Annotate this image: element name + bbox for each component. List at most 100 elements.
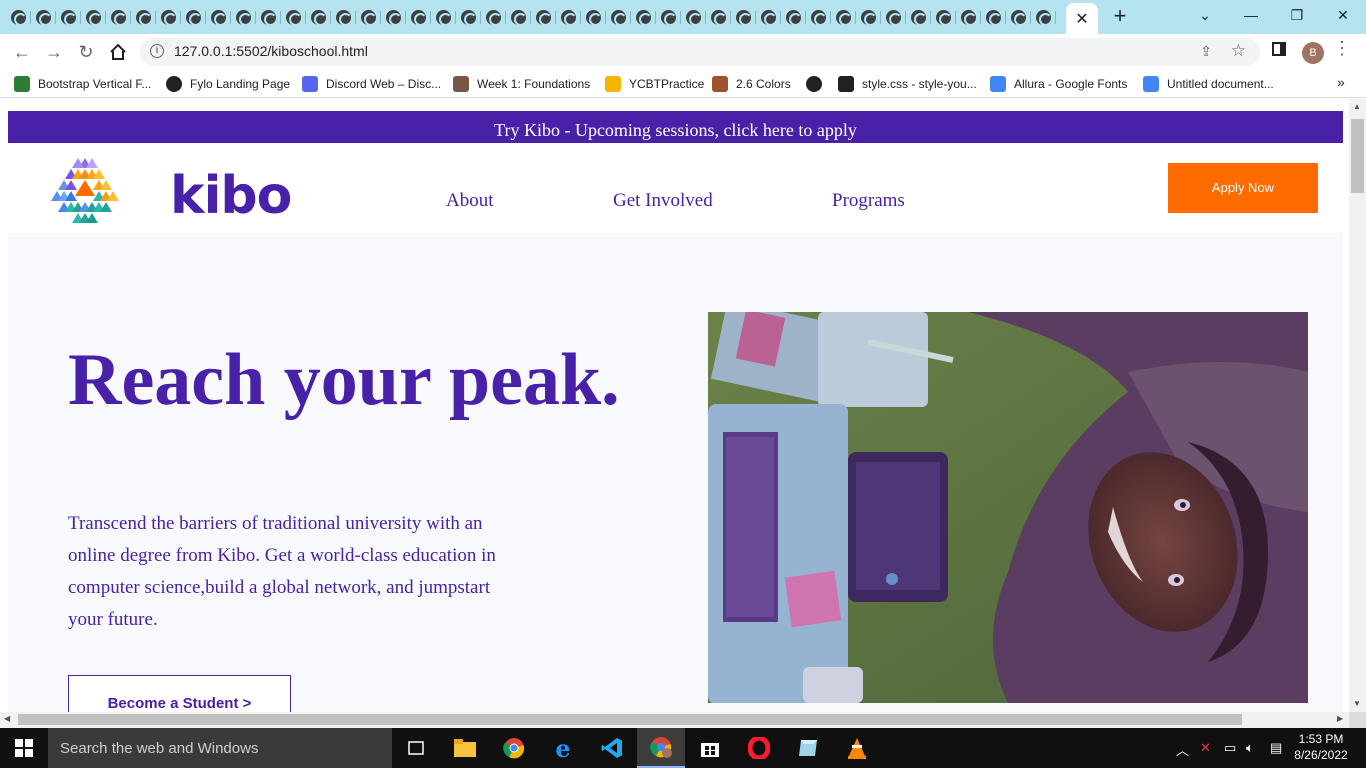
- bookmark-item[interactable]: YCBTPractice: [605, 74, 704, 94]
- browser-tab[interactable]: [931, 5, 956, 30]
- browser-tab[interactable]: [456, 5, 481, 30]
- bookmark-item[interactable]: style.css - style-you...: [838, 74, 977, 94]
- nav-link-about[interactable]: About: [446, 190, 494, 212]
- browser-tab[interactable]: [131, 5, 156, 30]
- taskbar-file-explorer[interactable]: [441, 728, 489, 768]
- reload-button[interactable]: ↻: [74, 40, 98, 64]
- browser-tab[interactable]: [881, 5, 906, 30]
- browser-tab[interactable]: [1031, 5, 1056, 30]
- browser-tab[interactable]: [506, 5, 531, 30]
- more-menu-icon[interactable]: ⋮: [1333, 38, 1351, 59]
- volume-icon[interactable]: 🔈︎: [1246, 740, 1254, 756]
- maximize-button[interactable]: ❐: [1274, 0, 1320, 30]
- nav-link-programs[interactable]: Programs: [832, 190, 905, 212]
- share-icon[interactable]: ⇪: [1200, 43, 1212, 60]
- browser-tab[interactable]: [831, 5, 856, 30]
- browser-tab[interactable]: [406, 5, 431, 30]
- back-button[interactable]: ←: [10, 40, 34, 64]
- scroll-down-icon[interactable]: ▼: [1353, 699, 1361, 708]
- battery-icon[interactable]: ▭: [1224, 740, 1236, 756]
- taskbar-vlc[interactable]: [833, 728, 881, 768]
- browser-tab[interactable]: [6, 5, 31, 30]
- browser-tab[interactable]: [181, 5, 206, 30]
- browser-tab[interactable]: [656, 5, 681, 30]
- bookmark-star-icon[interactable]: ☆: [1231, 41, 1246, 61]
- bookmarks-overflow-button[interactable]: »: [1337, 74, 1345, 90]
- browser-tab[interactable]: [106, 5, 131, 30]
- browser-tab[interactable]: [381, 5, 406, 30]
- browser-tab[interactable]: [431, 5, 456, 30]
- browser-tab[interactable]: [31, 5, 56, 30]
- browser-tab[interactable]: [781, 5, 806, 30]
- nav-link-get-involved[interactable]: Get Involved: [613, 190, 713, 212]
- browser-tab[interactable]: [481, 5, 506, 30]
- horizontal-scrollbar[interactable]: ◀ ▶: [0, 712, 1349, 728]
- taskbar-chrome[interactable]: [490, 728, 538, 768]
- scroll-left-icon[interactable]: ◀: [4, 714, 10, 723]
- browser-tab[interactable]: [706, 5, 731, 30]
- tray-chevron-up-icon[interactable]: ︿: [1176, 740, 1189, 759]
- bookmark-item[interactable]: Discord Web – Disc...: [302, 74, 441, 94]
- become-student-button[interactable]: Become a Student >: [68, 675, 291, 712]
- taskbar-opera[interactable]: [735, 728, 783, 768]
- bookmark-item[interactable]: 2.6 Colors: [712, 74, 791, 94]
- bookmark-item[interactable]: Week 1: Foundations: [453, 74, 590, 94]
- bookmark-item[interactable]: [806, 74, 830, 94]
- taskbar-chrome-profile[interactable]: [637, 728, 685, 768]
- taskbar-store[interactable]: [686, 728, 734, 768]
- forward-button[interactable]: →: [42, 40, 66, 64]
- vertical-scrollbar[interactable]: ▲ ▼: [1349, 99, 1366, 712]
- browser-tab[interactable]: [81, 5, 106, 30]
- browser-tab[interactable]: [56, 5, 81, 30]
- info-icon[interactable]: i: [150, 44, 164, 58]
- kibo-logo[interactable]: kibo: [48, 158, 292, 230]
- home-button[interactable]: [106, 40, 130, 64]
- browser-tab[interactable]: [1006, 5, 1031, 30]
- vertical-scroll-thumb[interactable]: [1351, 119, 1364, 193]
- active-tab-close-button[interactable]: ✕: [1066, 3, 1098, 34]
- browser-tab[interactable]: [206, 5, 231, 30]
- new-tab-button[interactable]: +: [1108, 4, 1132, 28]
- browser-tab[interactable]: [231, 5, 256, 30]
- browser-tab[interactable]: [331, 5, 356, 30]
- close-window-button[interactable]: ✕: [1320, 0, 1366, 30]
- browser-tab[interactable]: [256, 5, 281, 30]
- browser-tab[interactable]: [681, 5, 706, 30]
- browser-tab[interactable]: [356, 5, 381, 30]
- bookmark-item[interactable]: Allura - Google Fonts: [990, 74, 1127, 94]
- network-disconnected-icon[interactable]: ✕: [1200, 740, 1211, 756]
- taskbar-search[interactable]: Search the web and Windows: [48, 728, 392, 768]
- browser-tab[interactable]: [981, 5, 1006, 30]
- browser-tab[interactable]: [306, 5, 331, 30]
- scroll-up-icon[interactable]: ▲: [1353, 102, 1361, 111]
- minimize-button[interactable]: —: [1228, 0, 1274, 30]
- scroll-right-icon[interactable]: ▶: [1337, 714, 1343, 723]
- tab-search-button[interactable]: ⌄: [1182, 0, 1228, 30]
- side-panel-icon[interactable]: [1272, 42, 1286, 56]
- browser-tab[interactable]: [581, 5, 606, 30]
- horizontal-scroll-thumb[interactable]: [18, 714, 1242, 725]
- bookmark-item[interactable]: Fylo Landing Page: [166, 74, 290, 94]
- taskbar-edge[interactable]: e: [539, 728, 587, 768]
- taskbar-vscode[interactable]: [588, 728, 636, 768]
- start-button[interactable]: [0, 728, 48, 768]
- browser-tab[interactable]: [731, 5, 756, 30]
- address-url[interactable]: 127.0.0.1:5502/kiboschool.html: [174, 43, 368, 59]
- browser-tab[interactable]: [856, 5, 881, 30]
- announcement-banner[interactable]: Try Kibo - Upcoming sessions, click here…: [8, 111, 1343, 143]
- browser-tab[interactable]: [556, 5, 581, 30]
- task-view-button[interactable]: [392, 728, 440, 768]
- notifications-icon[interactable]: ▤: [1270, 740, 1282, 756]
- browser-tab[interactable]: [956, 5, 981, 30]
- address-bar[interactable]: i 127.0.0.1:5502/kiboschool.html ⇪ ☆: [140, 38, 1260, 66]
- browser-tab[interactable]: [806, 5, 831, 30]
- profile-avatar[interactable]: B: [1302, 42, 1324, 64]
- browser-tab[interactable]: [906, 5, 931, 30]
- browser-tab[interactable]: [606, 5, 631, 30]
- taskbar-app-cube[interactable]: [784, 728, 832, 768]
- bookmark-item[interactable]: Bootstrap Vertical F...: [14, 74, 151, 94]
- browser-tab[interactable]: [756, 5, 781, 30]
- bookmark-item[interactable]: Untitled document...: [1143, 74, 1274, 94]
- system-clock[interactable]: 1:53 PM 8/26/2022: [1290, 731, 1352, 763]
- browser-tab[interactable]: [631, 5, 656, 30]
